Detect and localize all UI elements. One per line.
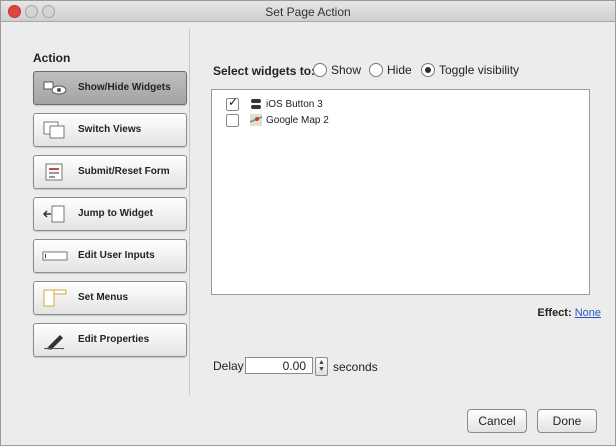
done-button[interactable]: Done xyxy=(537,409,597,433)
action-set-menus[interactable]: Set Menus xyxy=(33,281,187,315)
menu-icon xyxy=(43,289,67,307)
cancel-button[interactable]: Cancel xyxy=(467,409,527,433)
delay-stepper[interactable]: ▲ ▼ xyxy=(315,357,328,376)
action-label: Edit User Inputs xyxy=(78,250,155,261)
show-hide-icon xyxy=(43,81,67,95)
action-switch-views[interactable]: Switch Views xyxy=(33,113,187,147)
select-widgets-label: Select widgets to: xyxy=(213,64,316,78)
radio-circle xyxy=(421,62,435,77)
widget-checkbox[interactable] xyxy=(226,114,239,127)
action-heading: Action xyxy=(33,51,71,65)
action-submit-reset-form[interactable]: Submit/Reset Form xyxy=(33,155,187,189)
stepper-down-icon[interactable]: ▼ xyxy=(318,366,325,373)
action-edit-properties[interactable]: Edit Properties xyxy=(33,323,187,357)
action-sidebar: Action Show/Hide Widgets Switch Views Su… xyxy=(21,29,190,395)
delay-unit-label: seconds xyxy=(333,360,378,374)
switch-views-icon xyxy=(43,121,65,139)
action-label: Switch Views xyxy=(78,124,142,135)
effect-setting: Effect: None xyxy=(537,307,601,319)
action-edit-user-inputs[interactable]: Edit User Inputs xyxy=(33,239,187,273)
google-map-icon xyxy=(250,114,262,126)
radio-hide[interactable]: Hide xyxy=(369,62,412,78)
action-label: Show/Hide Widgets xyxy=(78,82,171,93)
delay-label: Delay xyxy=(213,359,244,373)
widget-label: Google Map 2 xyxy=(266,115,329,126)
radio-show[interactable]: Show xyxy=(313,62,362,78)
widget-checkbox[interactable]: ✓ xyxy=(226,95,239,111)
effect-link[interactable]: None xyxy=(575,307,601,319)
widget-label: iOS Button 3 xyxy=(266,99,323,110)
form-icon xyxy=(45,163,63,181)
radio-label: Show xyxy=(331,63,362,77)
action-label: Set Menus xyxy=(78,292,129,303)
radio-label: Toggle visibility xyxy=(439,63,520,77)
jump-icon xyxy=(42,205,65,223)
ios-button-icon xyxy=(251,99,261,109)
pencil-icon xyxy=(44,335,64,350)
action-show-hide-widgets[interactable]: Show/Hide Widgets xyxy=(33,71,187,105)
window-title: Set Page Action xyxy=(265,5,351,19)
radio-toggle-visibility[interactable]: Toggle visibility xyxy=(421,62,520,78)
dialog-window: Set Page Action Action Show/Hide Widgets… xyxy=(0,0,616,446)
action-label: Submit/Reset Form xyxy=(78,166,170,177)
widget-list[interactable]: ✓ iOS Button 3 Google Map 2 xyxy=(211,89,590,295)
checkmark-icon: ✓ xyxy=(228,95,239,109)
radio-circle xyxy=(313,62,327,77)
input-field-icon xyxy=(42,251,68,261)
action-label: Jump to Widget xyxy=(78,208,153,219)
radio-circle xyxy=(369,62,383,77)
radio-label: Hide xyxy=(387,63,412,77)
stepper-up-icon[interactable]: ▲ xyxy=(318,359,325,366)
action-jump-to-widget[interactable]: Jump to Widget xyxy=(33,197,187,231)
delay-input[interactable]: 0.00 xyxy=(245,357,313,374)
action-label: Edit Properties xyxy=(78,334,150,345)
effect-label: Effect: xyxy=(537,307,572,319)
title-bar: Set Page Action xyxy=(1,1,615,22)
action-settings-panel: Select widgets to: Show Hide Toggle visi… xyxy=(191,29,611,433)
